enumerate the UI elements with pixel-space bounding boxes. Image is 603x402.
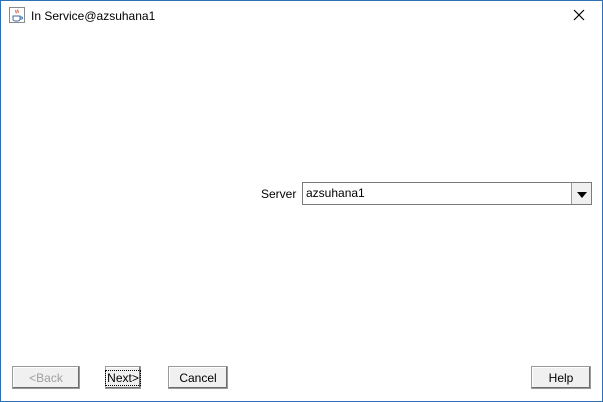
server-selected-value: azsuhana1 bbox=[306, 186, 365, 200]
server-label: Server bbox=[261, 187, 297, 201]
dialog-content: Server azsuhana1 <Back Next> Cancel Help bbox=[1, 31, 602, 401]
cancel-button-label: Cancel bbox=[179, 370, 217, 385]
cancel-button[interactable]: Cancel bbox=[168, 366, 228, 389]
help-button[interactable]: Help bbox=[531, 366, 591, 389]
next-button-label: Next> bbox=[105, 369, 141, 386]
chevron-down-icon bbox=[576, 187, 587, 201]
next-button[interactable]: Next> bbox=[105, 366, 141, 389]
server-dropdown-toggle[interactable] bbox=[571, 183, 591, 204]
back-button[interactable]: <Back bbox=[12, 366, 80, 389]
java-cup-icon bbox=[9, 7, 25, 23]
window-title: In Service@azsuhana1 bbox=[31, 9, 156, 23]
help-button-label: Help bbox=[548, 370, 574, 385]
close-button[interactable] bbox=[556, 1, 602, 31]
server-dropdown[interactable]: azsuhana1 bbox=[302, 182, 592, 205]
back-button-label: <Back bbox=[29, 370, 63, 385]
title-bar[interactable]: In Service@azsuhana1 bbox=[1, 1, 602, 31]
close-icon bbox=[573, 9, 585, 24]
dialog-window: In Service@azsuhana1 Server azsuhana1 <B… bbox=[0, 0, 603, 402]
